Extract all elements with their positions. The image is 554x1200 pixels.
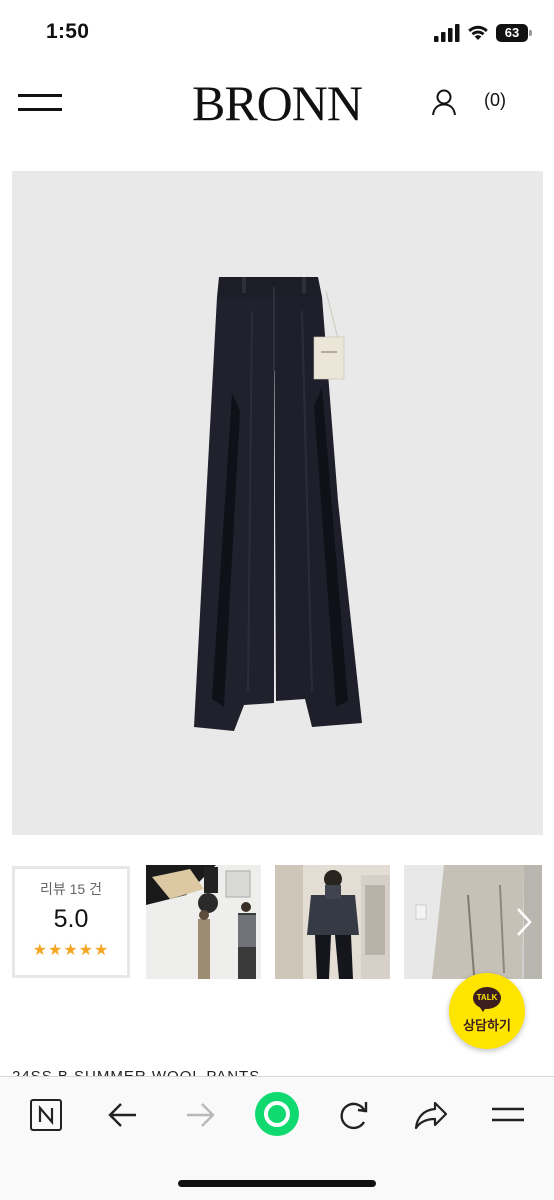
kakao-talk-label: 상담하기 <box>463 1018 511 1033</box>
menu-icon[interactable] <box>488 1095 528 1135</box>
naver-icon[interactable] <box>26 1095 66 1135</box>
review-photo-thumbnail[interactable] <box>275 865 390 979</box>
site-header: BRONN (0) <box>0 66 554 146</box>
product-main-image[interactable] <box>12 171 543 835</box>
home-indicator <box>178 1180 376 1187</box>
star-rating: ★★★★★ <box>32 942 110 959</box>
review-score: 5.0 <box>53 905 89 933</box>
cart-count[interactable]: (0) <box>484 90 506 111</box>
user-icon[interactable] <box>430 88 458 116</box>
review-count-label: 리뷰 15 건 <box>40 881 102 897</box>
status-time: 1:50 <box>46 20 90 43</box>
battery-level: 63 <box>496 24 528 42</box>
status-bar: 1:50 63 <box>0 0 554 66</box>
kakao-talk-button[interactable]: TALK 상담하기 <box>449 973 525 1049</box>
battery-icon: 63 <box>496 24 532 42</box>
brand-logo[interactable]: BRONN <box>177 74 377 132</box>
review-summary[interactable]: 리뷰 15 건 5.0 ★★★★★ <box>12 866 130 978</box>
home-icon[interactable] <box>254 1091 300 1137</box>
forward-icon[interactable] <box>180 1095 220 1135</box>
signal-icon <box>434 24 460 42</box>
menu-icon[interactable] <box>18 94 62 112</box>
pants-illustration <box>194 277 362 731</box>
review-photo-thumbnail[interactable] <box>146 865 261 979</box>
refresh-icon[interactable] <box>334 1095 374 1135</box>
share-icon[interactable] <box>411 1095 451 1135</box>
wifi-icon <box>468 25 488 40</box>
chevron-right-icon[interactable] <box>512 905 536 939</box>
talk-icon: TALK <box>473 987 501 1009</box>
back-icon[interactable] <box>103 1095 143 1135</box>
